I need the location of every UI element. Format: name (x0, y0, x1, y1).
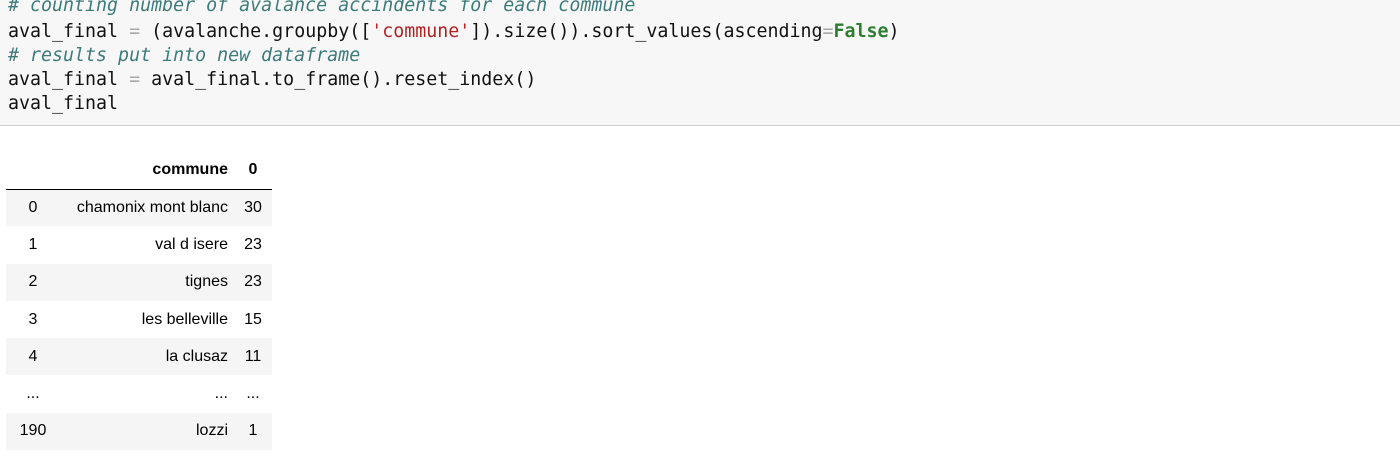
row-index: 190 (19, 422, 47, 440)
table-row: 4 la clusaz 11 (6, 338, 272, 376)
cell-count: ... (246, 385, 260, 403)
code-operator: = (822, 21, 834, 42)
code-operator: = (129, 21, 141, 42)
code-token: ]).size()).sort_values(ascending (470, 21, 823, 42)
cell-commune: val d isere (155, 235, 228, 253)
code-operator: = (129, 69, 141, 90)
dataframe-output-table: commune 0 0 chamonix mont blanc 30 1 val… (6, 152, 272, 451)
cell-count: 23 (244, 235, 262, 253)
table-row: 190 lozzi 1 (6, 412, 272, 451)
cell-count: 23 (244, 273, 262, 291)
cell-count: 1 (248, 422, 258, 440)
row-index: 0 (28, 198, 38, 216)
cell-count: 11 (244, 347, 262, 365)
table-row: 1 val d isere 23 (6, 226, 272, 264)
cell-commune: ... (214, 385, 228, 403)
table-header-row: commune 0 (6, 152, 272, 190)
code-comment-line: # results put into new dataframe (8, 45, 361, 66)
row-index: 2 (28, 273, 38, 291)
code-string: 'commune' (371, 21, 471, 42)
table-row: 0 chamonix mont blanc 30 (6, 189, 272, 227)
code-cell[interactable]: # counting number of avalance accindents… (0, 0, 1400, 126)
code-keyword: False (833, 21, 889, 42)
table-row: 2 tignes 23 (6, 263, 272, 301)
code-token: aval_final (8, 69, 119, 90)
index-header (6, 152, 60, 190)
table-row: 3 les belleville 15 (6, 300, 272, 339)
row-index: 1 (28, 235, 38, 253)
cell-commune: tignes (185, 273, 228, 291)
code-token: ) (888, 21, 900, 42)
code-token: (avalanche.groupby([ (151, 21, 372, 42)
cell-count: 30 (244, 198, 262, 216)
code-token: aval_final.to_frame().reset_index() (151, 69, 537, 90)
code-comment-line: # counting number of avalance accindents… (8, 0, 636, 16)
cell-commune: la clusaz (165, 347, 228, 365)
table-row-ellipsis: ... ... ... (6, 375, 272, 413)
row-index: 3 (28, 310, 38, 328)
cell-commune: chamonix mont blanc (76, 198, 228, 216)
column-header-count: 0 (234, 152, 272, 190)
row-index: 4 (28, 347, 38, 365)
code-line-to-frame: aval_final = aval_final.to_frame().reset… (8, 68, 536, 92)
cell-commune: les belleville (141, 310, 228, 328)
code-line-groupby: aval_final = (avalanche.groupby(['commun… (8, 20, 900, 44)
cell-count: 15 (244, 310, 262, 328)
code-token: aval_final (8, 21, 119, 42)
cell-commune: lozzi (195, 422, 228, 440)
column-header-commune: commune (60, 152, 234, 190)
code-line-output-var: aval_final (8, 93, 119, 114)
row-index: ... (26, 385, 40, 403)
